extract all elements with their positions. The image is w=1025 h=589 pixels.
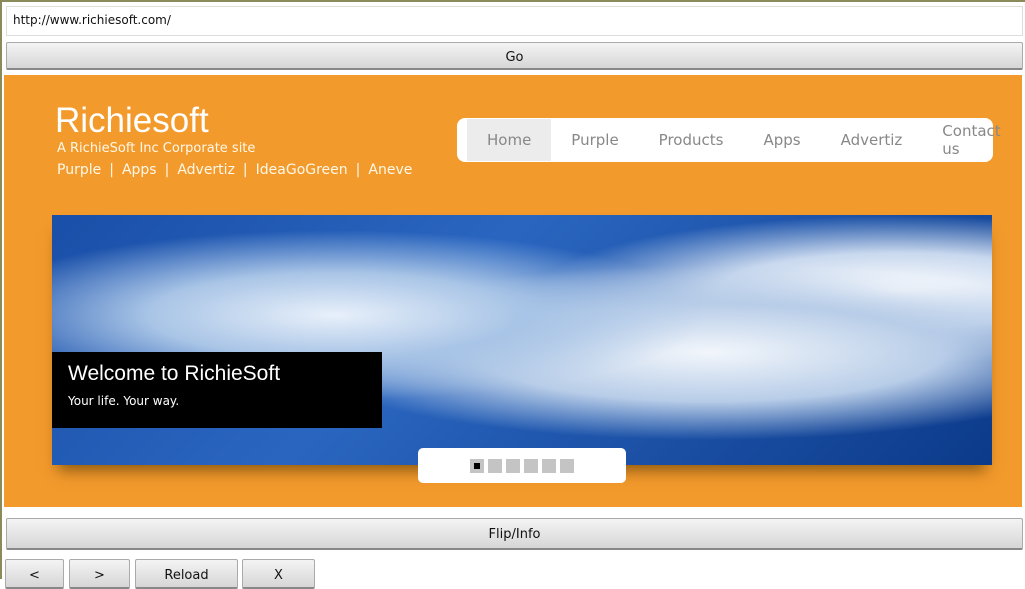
separator: | [242,162,248,178]
slide-dot[interactable] [488,458,502,473]
slide-dot[interactable] [524,458,538,473]
slide-dot[interactable] [560,458,574,473]
slide-dot[interactable] [542,458,556,473]
nav-contact[interactable]: Contact us [922,110,1020,170]
hero-banner[interactable]: Welcome to RichieSoft Your life. Your wa… [52,215,992,465]
link-apps[interactable]: Apps [122,162,157,178]
reload-button[interactable]: Reload [135,559,238,589]
link-advertiz[interactable]: Advertiz [177,162,235,178]
nav-advertiz[interactable]: Advertiz [821,119,923,161]
url-input[interactable]: http://www.richiesoft.com/ [6,6,1023,36]
link-purple[interactable]: Purple [57,162,101,178]
site-links: Purple | Apps | Advertiz | IdeaGoGreen |… [57,162,412,178]
separator: | [164,162,170,178]
flip-info-button[interactable]: Flip/Info [6,518,1023,550]
go-button[interactable]: Go [6,42,1023,70]
site-logo[interactable]: Richiesoft [55,101,209,141]
nav-products[interactable]: Products [639,119,744,161]
main-nav: Home Purple Products Apps Advertiz Conta… [457,118,1001,162]
link-ideagogreen[interactable]: IdeaGoGreen [256,162,348,178]
stop-button[interactable]: X [242,559,315,589]
slide-dot[interactable] [470,458,484,473]
slide-dot[interactable] [506,458,520,473]
forward-button[interactable]: > [69,559,130,589]
banner-title: Welcome to RichieSoft [68,362,281,385]
separator: | [355,162,361,178]
webpage: Richiesoft A RichieSoft Inc Corporate si… [4,75,1022,507]
nav-apps[interactable]: Apps [743,119,820,161]
slide-pager [418,448,626,483]
separator: | [109,162,114,178]
nav-home[interactable]: Home [467,119,552,161]
site-tagline: A RichieSoft Inc Corporate site [57,141,256,156]
nav-purple[interactable]: Purple [551,119,638,161]
back-button[interactable]: < [5,559,64,589]
link-aneve[interactable]: Aneve [368,162,412,178]
banner-caption: Welcome to RichieSoft Your life. Your wa… [52,352,382,428]
banner-subtitle: Your life. Your way. [68,394,180,408]
